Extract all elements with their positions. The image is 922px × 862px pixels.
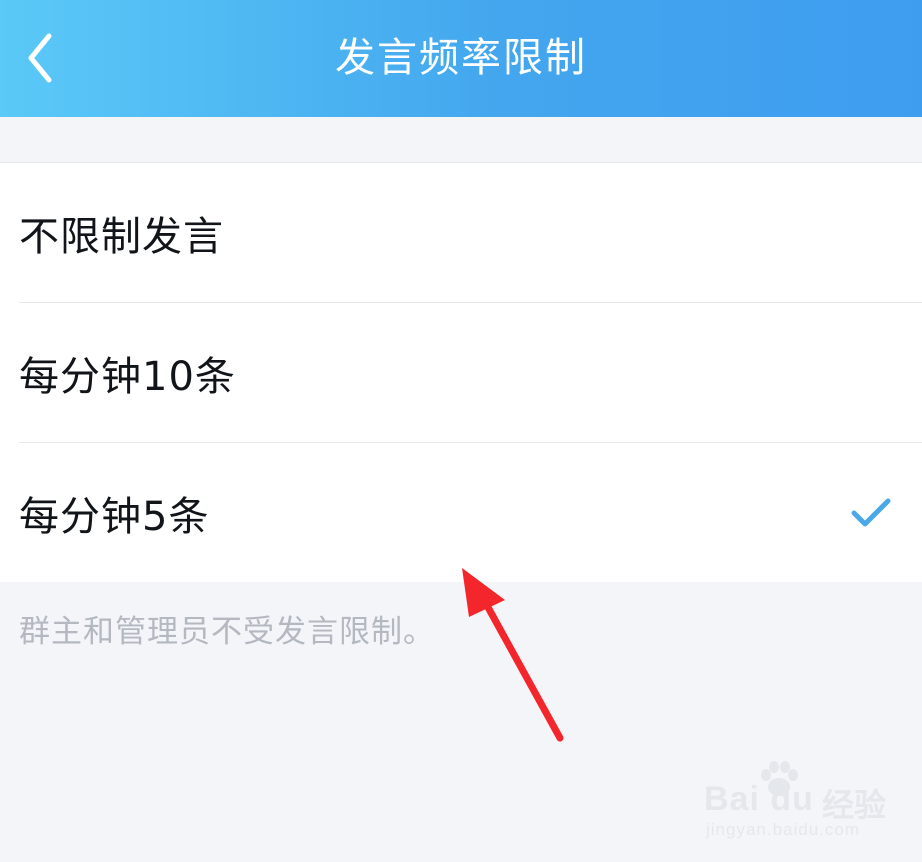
page-title: 发言频率限制 <box>335 35 587 81</box>
title-bar: 发言频率限制 <box>0 0 922 117</box>
option-5-per-minute[interactable]: 每分钟5条 <box>0 443 922 582</box>
option-label: 不限制发言 <box>19 213 224 260</box>
option-label: 每分钟5条 <box>19 493 210 540</box>
option-10-per-minute[interactable]: 每分钟10条 <box>0 303 922 442</box>
rate-limit-options: 不限制发言 每分钟10条 每分钟5条 <box>0 162 922 582</box>
option-no-limit[interactable]: 不限制发言 <box>0 163 922 302</box>
watermark-url: jingyan.baidu.com <box>706 820 861 839</box>
footnote-text: 群主和管理员不受发言限制。 <box>19 614 435 650</box>
watermark-brand: Bai du <box>704 780 814 818</box>
baidu-jingyan-watermark: Bai du 经验 jingyan.baidu.com <box>704 760 914 850</box>
option-label: 每分钟10条 <box>19 353 236 400</box>
checkmark-icon <box>851 498 891 526</box>
